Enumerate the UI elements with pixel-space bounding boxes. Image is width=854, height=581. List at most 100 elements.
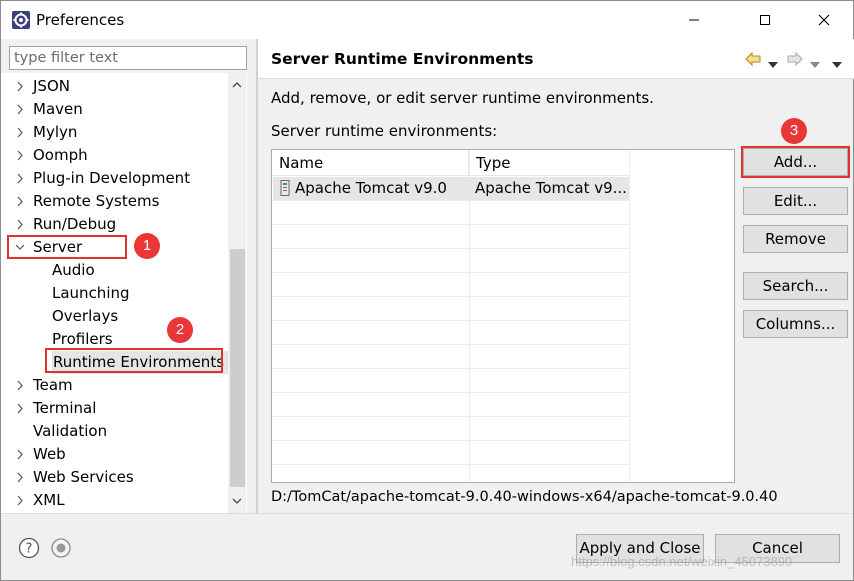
- filter-input[interactable]: [9, 46, 247, 70]
- title-bar: Preferences: [1, 1, 853, 39]
- tree-item-label: Terminal: [33, 399, 97, 417]
- server-runtime-icon: [280, 180, 290, 196]
- scroll-up-arrow-icon[interactable]: [228, 73, 246, 97]
- tree-item-validation[interactable]: Validation: [1, 420, 227, 443]
- runtime-location-path: D:/TomCat/apache-tomcat-9.0.40-windows-x…: [271, 489, 778, 505]
- back-arrow-icon[interactable]: [744, 51, 762, 71]
- tree-item-label: Plug-in Development: [33, 169, 191, 187]
- chevron-right-icon[interactable]: [15, 121, 27, 144]
- highlight-add: [741, 146, 850, 178]
- highlight-runtime-environments: [45, 348, 223, 373]
- row-divider: [272, 224, 629, 225]
- maximize-icon: [760, 15, 770, 25]
- table-cell-name: Apache Tomcat v9.0: [295, 179, 447, 197]
- row-divider: [272, 248, 629, 249]
- chevron-right-icon[interactable]: [15, 466, 27, 489]
- maximize-button[interactable]: [742, 1, 788, 39]
- row-divider: [272, 296, 629, 297]
- table-cell-type: Apache Tomcat v9...: [475, 179, 627, 197]
- tree-item-mylyn[interactable]: Mylyn: [1, 121, 227, 144]
- back-dropdown-icon[interactable]: [768, 55, 778, 73]
- tree-item-json[interactable]: JSON: [1, 75, 227, 98]
- tree-item-web[interactable]: Web: [1, 443, 227, 466]
- chevron-right-icon[interactable]: [15, 489, 27, 512]
- tree-item-xml[interactable]: XML: [1, 489, 227, 512]
- edit-button[interactable]: Edit...: [743, 187, 848, 215]
- tree-item-oomph[interactable]: Oomph: [1, 144, 227, 167]
- chevron-right-icon[interactable]: [15, 374, 27, 397]
- chevron-right-icon[interactable]: [15, 443, 27, 466]
- tree-item-run-debug[interactable]: Run/Debug: [1, 213, 227, 236]
- tree-item-web-services[interactable]: Web Services: [1, 466, 227, 489]
- row-divider: [272, 392, 629, 393]
- row-divider: [272, 368, 629, 369]
- chevron-right-icon[interactable]: [15, 75, 27, 98]
- minimize-button[interactable]: [671, 1, 717, 39]
- watermark: https://blog.csdn.net/weixin_45073890: [571, 554, 793, 569]
- tree-item-label: Oomph: [33, 146, 88, 164]
- record-macro-icon[interactable]: [50, 537, 72, 559]
- chevron-right-icon[interactable]: [15, 98, 27, 121]
- chevron-right-icon[interactable]: [15, 397, 27, 420]
- chevron-right-icon[interactable]: [15, 144, 27, 167]
- tree-item-label: Team: [33, 376, 73, 394]
- tree-item-terminal[interactable]: Terminal: [1, 397, 227, 420]
- tree-item-label: Launching: [52, 284, 130, 302]
- tree-item-audio[interactable]: Audio: [1, 259, 227, 282]
- tree-item-plug-in-development[interactable]: Plug-in Development: [1, 167, 227, 190]
- step-badge-2: 2: [167, 317, 193, 343]
- help-icon[interactable]: ?: [18, 537, 40, 559]
- chevron-right-icon[interactable]: [15, 213, 27, 236]
- runtime-list-label: Server runtime environments:: [271, 122, 498, 140]
- preferences-window: Preferences XML Web Services Web Validation…: [0, 0, 854, 581]
- scroll-thumb[interactable]: [230, 249, 245, 487]
- column-header-name[interactable]: Name: [272, 150, 469, 176]
- forward-dropdown-icon[interactable]: [810, 55, 820, 73]
- row-divider: [272, 416, 629, 417]
- svg-text:?: ?: [26, 542, 33, 557]
- eclipse-gear-icon: [12, 11, 30, 29]
- tree-item-label: Audio: [52, 261, 95, 279]
- row-divider: [272, 320, 629, 321]
- page-header: Server Runtime Environments: [258, 39, 854, 79]
- remove-button[interactable]: Remove: [743, 225, 848, 253]
- footer-divider: [1, 513, 853, 514]
- tree-item-label: Remote Systems: [33, 192, 160, 210]
- column-divider: [629, 150, 630, 482]
- chevron-right-icon[interactable]: [15, 190, 27, 213]
- view-menu-icon[interactable]: [832, 55, 842, 73]
- page-title: Server Runtime Environments: [271, 50, 534, 68]
- forward-arrow-icon[interactable]: [786, 51, 804, 71]
- tree-item-team[interactable]: Team: [1, 374, 227, 397]
- chevron-right-icon[interactable]: [15, 167, 27, 190]
- tree-item-remote-systems[interactable]: Remote Systems: [1, 190, 227, 213]
- minimize-icon: [689, 19, 699, 21]
- window-title: Preferences: [36, 11, 125, 29]
- highlight-server: [7, 235, 127, 259]
- tree-item-overlays[interactable]: Overlays: [1, 305, 227, 328]
- tree-item-label: Overlays: [52, 307, 119, 325]
- search-button[interactable]: Search...: [743, 272, 848, 300]
- tree-item-label: Web Services: [33, 468, 134, 486]
- scroll-down-arrow-icon[interactable]: [228, 489, 246, 513]
- row-divider: [272, 464, 629, 465]
- row-divider: [272, 440, 629, 441]
- panel-divider[interactable]: [256, 39, 258, 513]
- column-header-type[interactable]: Type: [469, 150, 630, 176]
- tree-item-label: Web: [33, 445, 66, 463]
- preferences-tree: XML Web Services Web Validation Terminal Team…: [1, 73, 247, 513]
- tree-item-label: Validation: [33, 422, 108, 440]
- close-icon: [818, 14, 830, 26]
- tree-item-label: Mylyn: [33, 123, 78, 141]
- row-divider: [272, 272, 629, 273]
- row-divider: [272, 344, 629, 345]
- row-divider: [272, 200, 629, 201]
- tree-item-maven[interactable]: Maven: [1, 98, 227, 121]
- step-badge-1: 1: [134, 233, 160, 259]
- columns-button[interactable]: Columns...: [743, 310, 848, 338]
- close-button[interactable]: [801, 1, 847, 39]
- page-description: Add, remove, or edit server runtime envi…: [271, 89, 654, 107]
- tree-item-label: JSON: [33, 77, 70, 95]
- tree-item-launching[interactable]: Launching: [1, 282, 227, 305]
- runtime-environments-table[interactable]: Name Type Apache Tomcat v9.0 Apache Tomc…: [271, 149, 735, 483]
